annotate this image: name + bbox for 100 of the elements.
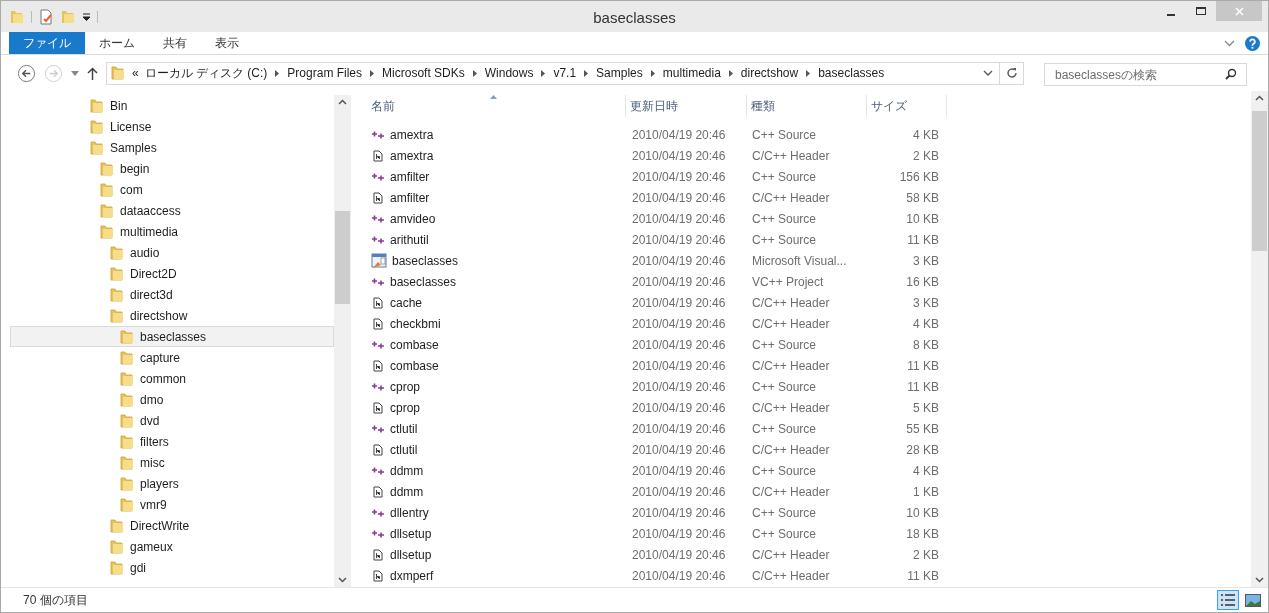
folder-icon <box>119 349 135 366</box>
dropdown-icon[interactable] <box>82 12 91 21</box>
file-type-cell-text: C/C++ Header <box>751 294 831 312</box>
folder-tree-item[interactable]: directshow <box>10 305 334 326</box>
folder-icon <box>119 496 135 513</box>
file-name[interactable]: ctlutil <box>390 440 418 459</box>
file-name[interactable]: baseclasses <box>390 272 457 291</box>
file-name[interactable]: amextra <box>390 146 434 165</box>
folder-tree-item[interactable]: baseclasses <box>10 326 334 347</box>
chevron-right-icon[interactable] <box>370 69 375 77</box>
folder-tree-item[interactable]: Bin <box>10 95 334 116</box>
folder-tree-item[interactable]: dvd <box>10 410 334 431</box>
modified-date-cell-text: 2010/04/19 20:46 <box>631 504 727 522</box>
file-name[interactable]: combase <box>390 356 439 375</box>
file-name[interactable]: amextra <box>390 125 434 144</box>
scroll-down-icon[interactable] <box>1255 577 1264 583</box>
folder-tree-item[interactable]: DirectWrite <box>10 515 334 536</box>
breadcrumb[interactable]: Microsoft SDKs <box>382 64 465 82</box>
scrollbar-thumb[interactable] <box>1252 111 1267 251</box>
file-name[interactable]: dllsetup <box>390 524 432 543</box>
scrollbar-thumb[interactable] <box>335 211 350 304</box>
window-title: baseclasses <box>593 8 676 28</box>
breadcrumb[interactable]: ローカル ディスク (C:) <box>144 64 268 82</box>
file-name[interactable]: ctlutil <box>390 419 418 438</box>
file-type-cell-text: C/C++ Header <box>751 483 831 501</box>
scrollbar[interactable] <box>1251 91 1268 587</box>
column-header[interactable]: 更新日時 <box>626 95 747 117</box>
breadcrumb[interactable]: Windows <box>484 64 534 82</box>
breadcrumb[interactable]: baseclasses <box>818 64 885 82</box>
address-field[interactable]: « ローカル ディスク (C:) Program Files Microsoft SDKs Windows v7.1 Samples multimedia directshow baseclasses <box>106 61 1024 85</box>
scroll-up-icon[interactable] <box>338 99 347 105</box>
folder-tree-item[interactable]: dataaccess <box>10 200 334 221</box>
folder-tree-item[interactable]: misc <box>10 452 334 473</box>
scroll-up-icon[interactable] <box>1255 95 1264 101</box>
chevron-right-icon[interactable] <box>472 69 477 77</box>
folder-tree-item[interactable]: multimedia <box>10 221 334 242</box>
file-type-cell-text: VC++ Project <box>751 273 825 291</box>
ribbon-tab[interactable]: ファイル <box>9 32 85 54</box>
file-name[interactable]: dllsetup <box>390 545 432 564</box>
file-name[interactable]: cprop <box>390 398 421 417</box>
file-name[interactable]: cprop <box>390 377 421 396</box>
folder-tree-item[interactable]: com <box>10 179 334 200</box>
folder-tree-item[interactable]: capture <box>10 347 334 368</box>
chevron-right-icon[interactable] <box>584 69 589 77</box>
chevron-right-icon[interactable] <box>275 69 280 77</box>
file-name[interactable]: checkbmi <box>390 314 441 333</box>
folder-tree-item[interactable]: Samples <box>10 137 334 158</box>
scrollbar[interactable] <box>334 95 351 587</box>
file-name[interactable]: dllentry <box>390 503 429 522</box>
folder-tree-item[interactable]: players <box>10 473 334 494</box>
recent-dropdown-icon[interactable] <box>71 70 79 76</box>
folder-tree-item[interactable]: dmo <box>10 389 334 410</box>
up-arrow-icon[interactable] <box>87 66 98 80</box>
chevron-right-icon[interactable] <box>541 69 546 77</box>
breadcrumb[interactable]: Program Files <box>287 64 363 82</box>
folder-tree-item[interactable]: gdi <box>10 557 334 578</box>
ribbon-tab[interactable]: ホーム <box>85 32 149 54</box>
folder-tree-item[interactable]: audio <box>10 242 334 263</box>
properties-icon[interactable] <box>38 8 54 25</box>
file-name[interactable]: amvideo <box>390 209 436 228</box>
help-icon[interactable] <box>1245 35 1260 51</box>
file-name[interactable]: arithutil <box>390 230 429 249</box>
file-name[interactable]: ddmm <box>390 482 424 501</box>
folder-tree-item[interactable]: common <box>10 368 334 389</box>
chevron-right-icon[interactable] <box>650 69 655 77</box>
ribbon-tab[interactable]: 表示 <box>201 32 253 54</box>
search-icon[interactable] <box>1225 67 1237 80</box>
folder-tree-item[interactable]: License <box>10 116 334 137</box>
column-header[interactable]: 種類 <box>747 95 867 117</box>
breadcrumb[interactable]: v7.1 <box>553 64 577 82</box>
breadcrumb[interactable]: multimedia <box>662 64 721 82</box>
chevron-right-icon[interactable] <box>728 69 733 77</box>
folder-icon <box>109 307 125 324</box>
chevron-down-icon[interactable] <box>983 70 993 76</box>
column-header[interactable]: サイズ <box>867 95 947 117</box>
file-name[interactable]: dxmperf <box>390 566 434 585</box>
folder-tree-item[interactable]: direct3d <box>10 284 334 305</box>
file-name[interactable]: ddmm <box>390 461 424 480</box>
file-name[interactable]: amfilter <box>390 188 430 207</box>
modified-date-cell-text: 2010/04/19 20:46 <box>631 252 727 270</box>
chevron-right-icon[interactable] <box>806 69 811 77</box>
folder-tree-item[interactable]: vmr9 <box>10 494 334 515</box>
breadcrumb[interactable]: Samples <box>596 64 643 82</box>
overflow-chevron[interactable]: « <box>132 64 139 82</box>
refresh-icon[interactable] <box>1005 67 1018 79</box>
folder-tree-item[interactable]: begin <box>10 158 334 179</box>
back-icon[interactable] <box>17 63 36 83</box>
expand-ribbon-icon[interactable] <box>1224 39 1235 47</box>
folder-tree-item[interactable]: gameux <box>10 536 334 557</box>
search-field[interactable]: baseclassesの検索 <box>1044 63 1247 86</box>
column-header[interactable]: 名前 <box>367 95 626 117</box>
file-name[interactable]: cache <box>390 293 423 312</box>
file-name[interactable]: baseclasses <box>392 251 459 270</box>
folder-tree-item[interactable]: Direct2D <box>10 263 334 284</box>
breadcrumb[interactable]: directshow <box>740 64 799 82</box>
ribbon-tab[interactable]: 共有 <box>149 32 201 54</box>
scroll-down-icon[interactable] <box>338 577 347 583</box>
file-name[interactable]: combase <box>390 335 439 354</box>
folder-tree-item[interactable]: filters <box>10 431 334 452</box>
file-name[interactable]: amfilter <box>390 167 430 186</box>
